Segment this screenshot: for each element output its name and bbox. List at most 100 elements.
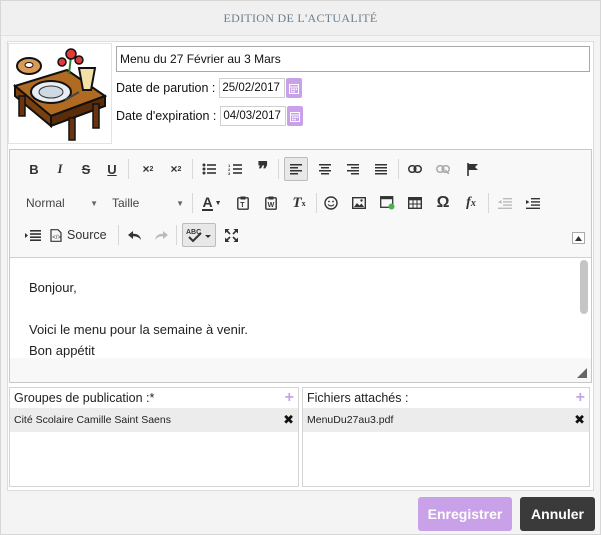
editor-line [29, 301, 569, 322]
list-item: Cité Scolaire Camille Saint Saens ✖ [10, 408, 298, 432]
attached-files-panel: Fichiers attachés : + MenuDu27au3.pdf ✖ [302, 387, 590, 487]
editor-footer [10, 358, 591, 382]
remove-file-icon[interactable]: ✖ [574, 412, 585, 428]
size-select[interactable]: Taille ▼ [112, 192, 184, 214]
toolbar-separator [398, 159, 399, 179]
table-setting-image [12, 48, 108, 141]
dialog-title: EDITION DE L'ACTUALITÉ [1, 1, 600, 36]
fx-icon[interactable]: fx [460, 192, 482, 214]
image-icon[interactable] [348, 192, 370, 214]
flag-icon[interactable] [462, 158, 484, 180]
svg-text:W: W [268, 202, 275, 209]
italic-icon[interactable]: I [50, 158, 70, 180]
numbered-list-icon[interactable]: 123 [224, 158, 246, 180]
edit-news-dialog: EDITION DE L'ACTUALITÉ Menu du 27 Févrie… [0, 0, 601, 535]
editor-text: Bonjour, Voici le menu pour la semaine à… [29, 280, 569, 358]
editor-line: Voici le menu pour la semaine à venir. [29, 322, 248, 337]
expire-date-input[interactable] [220, 106, 287, 126]
table-icon[interactable] [404, 192, 426, 214]
expire-date-row: Date d'expiration : [116, 105, 304, 127]
justify-icon[interactable] [370, 158, 392, 180]
add-file-icon[interactable]: + [576, 389, 585, 407]
article-thumbnail[interactable] [8, 43, 112, 144]
format-select-value: Normal [26, 196, 65, 210]
expire-calendar-button[interactable] [287, 106, 304, 126]
format-select[interactable]: Normal ▼ [26, 192, 98, 214]
rich-text-editor: B I S U × 2 × 2 123 ❞ Normal ▼ Taille ▼ … [9, 149, 592, 383]
superscript-icon[interactable]: × 2 [164, 158, 188, 180]
chevron-down-icon: ▼ [176, 198, 184, 208]
underline-icon[interactable]: U [102, 158, 122, 180]
publish-date-label: Date de parution : [116, 81, 216, 95]
article-title-input[interactable] [116, 46, 590, 72]
toolbar-separator [192, 159, 193, 179]
calendar-icon [290, 111, 301, 122]
toolbar-separator [278, 159, 279, 179]
add-group-icon[interactable]: + [285, 389, 294, 407]
publish-calendar-button[interactable] [286, 78, 303, 98]
undo-icon[interactable] [124, 224, 146, 246]
bold-icon[interactable]: B [24, 158, 44, 180]
triangle-up-icon [575, 235, 582, 241]
maximize-icon[interactable] [220, 224, 242, 246]
subscript-icon[interactable]: × 2 [136, 158, 160, 180]
omega-icon[interactable]: Ω [432, 192, 454, 214]
source-button-label: Source [67, 228, 107, 242]
editor-content-area[interactable]: Bonjour, Voici le menu pour la semaine à… [10, 258, 591, 358]
publication-groups-panel: Groupes de publication :* + Cité Scolair… [9, 387, 299, 487]
attached-files-title: Fichiers attachés : [307, 391, 409, 405]
remove-group-icon[interactable]: ✖ [283, 412, 294, 428]
calendar-icon [289, 83, 300, 94]
align-center-icon[interactable] [314, 158, 336, 180]
editor-toolbar: B I S U × 2 × 2 123 ❞ Normal ▼ Taille ▼ … [10, 150, 591, 258]
new-window-icon[interactable] [376, 192, 398, 214]
link-icon[interactable] [404, 158, 426, 180]
strikethrough-icon[interactable]: S [76, 158, 96, 180]
publication-groups-title: Groupes de publication :* [14, 391, 155, 405]
publication-groups-header: Groupes de publication :* + [10, 388, 298, 408]
chevron-down-icon: ▼ [90, 198, 98, 208]
remove-format-icon[interactable]: Tx [288, 192, 310, 214]
redo-icon[interactable] [150, 224, 172, 246]
toolbar-separator [176, 225, 177, 245]
file-name: MenuDu27au3.pdf [307, 414, 394, 426]
publish-date-row: Date de parution : [116, 77, 303, 99]
editor-scrollbar[interactable] [580, 260, 588, 314]
cancel-button[interactable]: Annuler [520, 497, 595, 531]
toolbar-separator [128, 159, 129, 179]
svg-text:3: 3 [228, 171, 231, 175]
attached-files-header: Fichiers attachés : + [303, 388, 589, 408]
dialog-content: Date de parution : Date d'expiration : [7, 41, 594, 491]
outdent-icon[interactable] [494, 192, 516, 214]
expire-date-label: Date d'expiration : [116, 109, 217, 123]
spellcheck-icon[interactable]: ABC [182, 223, 216, 247]
publish-date-input[interactable] [219, 78, 286, 98]
save-button[interactable]: Enregistrer [418, 497, 512, 531]
toolbar-separator [118, 225, 119, 245]
size-select-value: Taille [112, 196, 140, 210]
bulleted-list-icon[interactable] [198, 158, 220, 180]
resize-handle-icon[interactable] [577, 368, 587, 378]
indent-icon[interactable] [522, 192, 544, 214]
svg-text:</>: </> [52, 235, 61, 241]
toolbar-separator [316, 193, 317, 213]
collapse-toolbar-button[interactable] [572, 232, 585, 244]
blockquote-icon[interactable]: ❞ [252, 158, 274, 181]
paste-text-icon[interactable]: T [232, 192, 254, 214]
editor-line: Bonjour, [29, 280, 77, 295]
paste-word-icon[interactable]: W [260, 192, 282, 214]
unlink-icon[interactable] [432, 158, 454, 180]
source-icon: </> [50, 228, 62, 242]
source-button[interactable]: </> Source [50, 224, 114, 246]
svg-text:T: T [240, 202, 245, 209]
show-blocks-icon[interactable] [22, 224, 44, 246]
align-right-icon[interactable] [342, 158, 364, 180]
editor-line: Bon appétit [29, 343, 95, 358]
toolbar-separator [488, 193, 489, 213]
smiley-icon[interactable] [320, 192, 342, 214]
toolbar-separator [192, 193, 193, 213]
list-item: MenuDu27au3.pdf ✖ [303, 408, 589, 432]
align-left-icon[interactable] [284, 157, 308, 181]
group-name: Cité Scolaire Camille Saint Saens [14, 414, 171, 426]
text-color-icon[interactable]: A ▼ [198, 192, 226, 214]
